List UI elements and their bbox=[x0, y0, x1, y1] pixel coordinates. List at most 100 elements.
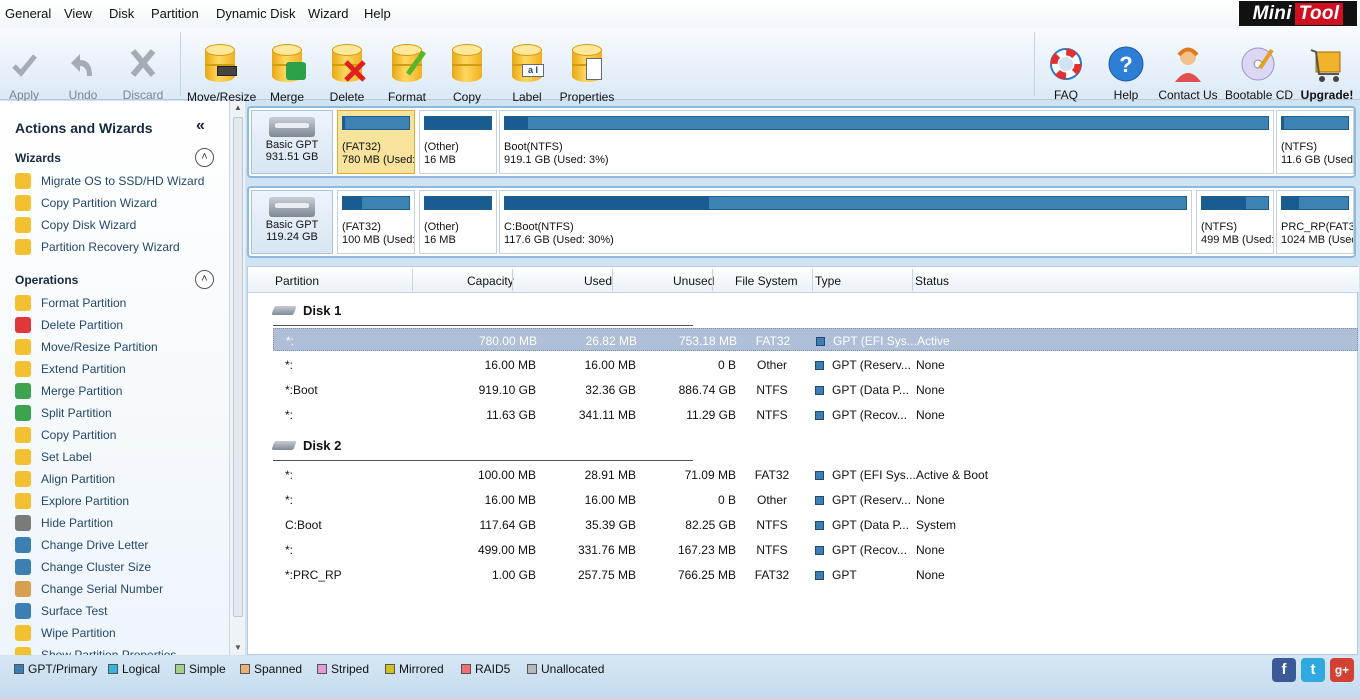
menu-dynamic-disk[interactable]: Dynamic Disk bbox=[216, 6, 295, 21]
wizard-item[interactable]: Copy Partition Wizard bbox=[15, 193, 157, 213]
contact-us-button[interactable]: Contact Us bbox=[1155, 42, 1221, 102]
cell-status: None bbox=[916, 543, 945, 557]
discard-icon bbox=[110, 42, 176, 86]
table-row[interactable]: *: 16.00 MB 16.00 MB 0 B Other GPT (Reserv...… bbox=[273, 488, 1358, 511]
operation-icon bbox=[15, 603, 31, 619]
col-type[interactable]: Type bbox=[815, 274, 841, 288]
operation-item[interactable]: Set Label bbox=[15, 447, 92, 467]
delete-button[interactable]: Delete bbox=[314, 42, 380, 104]
legend-label: RAID5 bbox=[475, 662, 511, 676]
faq-button[interactable]: FAQ bbox=[1033, 42, 1099, 102]
partition-block[interactable]: C:Boot(NTFS) 117.6 GB (Used: 30%) bbox=[499, 190, 1192, 254]
partition-table: Partition Capacity Used Unused File Syst… bbox=[247, 266, 1359, 655]
table-row[interactable]: *: 499.00 MB 331.76 MB 167.23 MB NTFS GPT (Re… bbox=[273, 538, 1358, 561]
move-resize-button[interactable]: Move/Resize bbox=[187, 42, 256, 104]
discard-button[interactable]: Discard bbox=[110, 42, 176, 102]
operation-item[interactable]: Surface Test bbox=[15, 601, 107, 621]
legend-label: Unallocated bbox=[541, 662, 605, 676]
table-row[interactable]: *: 100.00 MB 28.91 MB 71.09 MB FAT32 GPT (EFI… bbox=[273, 463, 1358, 486]
menu-general[interactable]: General bbox=[5, 6, 51, 21]
merge-button[interactable]: Merge bbox=[254, 42, 320, 104]
partition-block[interactable]: (NTFS) 11.6 GB (Used bbox=[1276, 110, 1354, 174]
copy-button[interactable]: Copy bbox=[434, 42, 500, 104]
facebook-icon[interactable]: f bbox=[1272, 658, 1296, 682]
operations-collapse-icon[interactable]: ˄ bbox=[195, 270, 214, 289]
usage-fill bbox=[343, 117, 345, 129]
menu-disk[interactable]: Disk bbox=[109, 6, 134, 21]
help-button[interactable]: ? Help bbox=[1093, 42, 1159, 102]
apply-button[interactable]: Apply bbox=[0, 42, 57, 102]
format-button[interactable]: Format bbox=[374, 42, 440, 104]
wizard-icon bbox=[15, 173, 31, 189]
properties-button[interactable]: Properties bbox=[554, 42, 620, 104]
col-capacity[interactable]: Capacity bbox=[467, 274, 514, 288]
table-row[interactable]: *: 16.00 MB 16.00 MB 0 B Other GPT (Reserv...… bbox=[273, 353, 1358, 376]
operation-icon bbox=[15, 383, 31, 399]
google-plus-icon[interactable]: g+ bbox=[1330, 658, 1354, 682]
table-row[interactable]: C:Boot 117.64 GB 35.39 GB 82.25 GB NTFS GPT (… bbox=[273, 513, 1358, 536]
partition-block[interactable]: (FAT32) 100 MB (Used: bbox=[337, 190, 415, 254]
disk-1-map[interactable]: Basic GPT 931.51 GB (FAT32) 780 MB (Used:… bbox=[247, 106, 1356, 178]
disk-1-info[interactable]: Basic GPT 931.51 GB bbox=[251, 110, 333, 174]
operation-item[interactable]: Change Serial Number bbox=[15, 579, 163, 599]
left-panel-scrollbar[interactable]: ▲ ▼ bbox=[229, 101, 245, 655]
menu-help[interactable]: Help bbox=[364, 6, 391, 21]
partition-block[interactable]: (Other) 16 MB bbox=[419, 110, 497, 174]
cell-status: None bbox=[916, 358, 945, 372]
partition-block[interactable]: (Other) 16 MB bbox=[419, 190, 497, 254]
col-file-system[interactable]: File System bbox=[735, 274, 798, 288]
operation-item[interactable]: Show Partition Properties bbox=[15, 645, 176, 655]
scroll-thumb[interactable] bbox=[233, 117, 243, 617]
disk-2-group[interactable]: Disk 2 bbox=[271, 438, 341, 453]
col-partition[interactable]: Partition bbox=[275, 274, 319, 288]
legend-swatch bbox=[108, 664, 118, 674]
table-row[interactable]: *: 780.00 MB 26.82 MB 753.18 MB FAT32 GPT (EF… bbox=[273, 328, 1358, 351]
operation-item[interactable]: Split Partition bbox=[15, 403, 112, 423]
scroll-down-icon[interactable]: ▼ bbox=[234, 643, 242, 652]
wizard-item[interactable]: Migrate OS to SSD/HD Wizard bbox=[15, 171, 204, 191]
partition-block[interactable]: (NTFS) 499 MB (Used: bbox=[1196, 190, 1274, 254]
wizards-collapse-icon[interactable]: ˄ bbox=[195, 148, 214, 167]
label-button[interactable]: a I Label bbox=[494, 42, 560, 104]
table-row[interactable]: *:PRC_RP 1.00 GB 257.75 MB 766.25 MB FAT32 GP… bbox=[273, 563, 1358, 586]
table-row[interactable]: *: 11.63 GB 341.11 MB 11.29 GB NTFS GPT (Reco… bbox=[273, 403, 1358, 426]
operation-item[interactable]: Merge Partition bbox=[15, 381, 122, 401]
operation-icon bbox=[15, 537, 31, 553]
operation-item[interactable]: Format Partition bbox=[15, 293, 126, 313]
disk-1-group[interactable]: Disk 1 bbox=[271, 303, 341, 318]
table-row[interactable]: *:Boot 919.10 GB 32.36 GB 886.74 GB NTFS GPT … bbox=[273, 378, 1358, 401]
col-used[interactable]: Used bbox=[584, 274, 612, 288]
partition-block[interactable]: PRC_RP(FAT32 1024 MB (Usec bbox=[1276, 190, 1354, 254]
operation-item[interactable]: Align Partition bbox=[15, 469, 115, 489]
scroll-up-icon[interactable]: ▲ bbox=[234, 103, 242, 112]
operation-item[interactable]: Change Drive Letter bbox=[15, 535, 148, 555]
wizard-item[interactable]: Copy Disk Wizard bbox=[15, 215, 136, 235]
operation-item[interactable]: Move/Resize Partition bbox=[15, 337, 158, 357]
usage-bar bbox=[1281, 196, 1349, 210]
operation-item[interactable]: Delete Partition bbox=[15, 315, 123, 335]
wizard-item[interactable]: Partition Recovery Wizard bbox=[15, 237, 180, 257]
bootable-cd-button[interactable]: Bootable CD bbox=[1225, 42, 1293, 102]
disk-2-info[interactable]: Basic GPT 119.24 GB bbox=[251, 190, 333, 254]
twitter-icon[interactable]: t bbox=[1301, 658, 1325, 682]
menu-partition[interactable]: Partition bbox=[151, 6, 199, 21]
operation-item[interactable]: Explore Partition bbox=[15, 491, 129, 511]
legend-item: Simple bbox=[175, 662, 226, 676]
operation-item[interactable]: Wipe Partition bbox=[15, 623, 116, 643]
operation-item[interactable]: Extend Partition bbox=[15, 359, 126, 379]
undo-button[interactable]: Undo bbox=[50, 42, 116, 102]
collapse-panel-icon[interactable]: « bbox=[196, 117, 205, 135]
partition-block[interactable]: Boot(NTFS) 919.1 GB (Used: 3%) bbox=[499, 110, 1274, 174]
partition-block[interactable]: (FAT32) 780 MB (Used: bbox=[337, 110, 415, 174]
col-status[interactable]: Status bbox=[915, 274, 949, 288]
operation-item[interactable]: Copy Partition bbox=[15, 425, 116, 445]
operation-item[interactable]: Change Cluster Size bbox=[15, 557, 151, 577]
operation-item[interactable]: Hide Partition bbox=[15, 513, 113, 533]
upgrade-button[interactable]: Upgrade! bbox=[1294, 42, 1360, 102]
col-unused[interactable]: Unused bbox=[673, 274, 714, 288]
menu-view[interactable]: View bbox=[64, 6, 92, 21]
usage-bar bbox=[1201, 196, 1269, 210]
menu-wizard[interactable]: Wizard bbox=[308, 6, 348, 21]
disk-2-map[interactable]: Basic GPT 119.24 GB (FAT32) 100 MB (Used:… bbox=[247, 186, 1356, 258]
operation-label: Change Cluster Size bbox=[41, 560, 152, 574]
